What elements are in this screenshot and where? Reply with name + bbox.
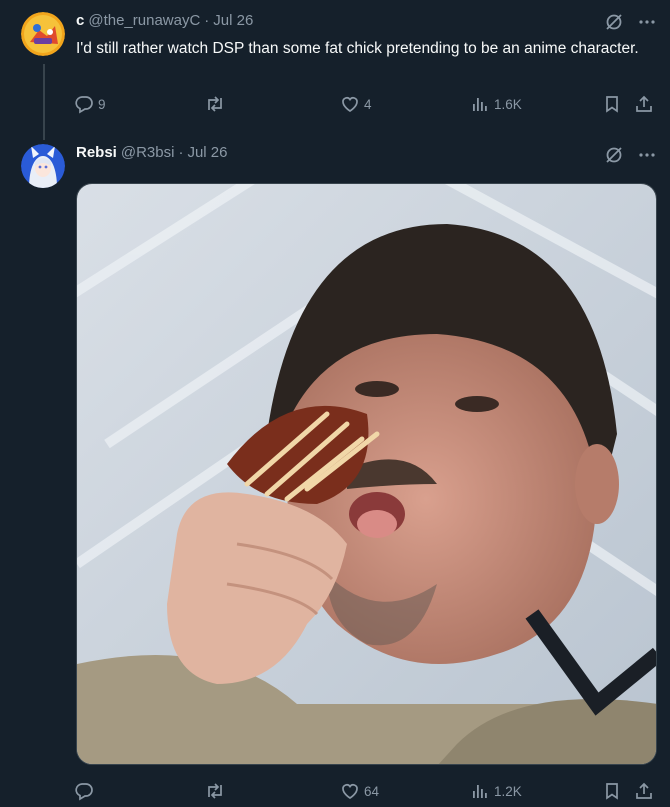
like-button[interactable]: 4 [340, 86, 372, 122]
views-button[interactable]: 1.6K [470, 86, 522, 122]
tweet-top-icons [604, 12, 656, 32]
tweet-1[interactable]: c @the_runawayC · Jul 26 I'd still rathe… [0, 0, 670, 140]
display-name[interactable]: Rebsi [76, 144, 117, 161]
timestamp[interactable]: Jul 26 [213, 12, 253, 29]
display-name[interactable]: c [76, 12, 84, 29]
avatar[interactable] [21, 12, 65, 56]
bookmark-icon [602, 94, 622, 114]
views-icon [470, 781, 490, 801]
repost-button[interactable] [204, 86, 230, 122]
like-icon [340, 781, 360, 801]
separator: · [178, 144, 184, 161]
tweet-actions: 64 1.2K [68, 773, 662, 807]
more-icon[interactable] [638, 13, 656, 31]
tweet-header: c @the_runawayC · Jul 26 [76, 12, 253, 29]
tweet-top-icons [604, 145, 656, 165]
tweet-header: Rebsi @R3bsi · Jul 26 [76, 144, 227, 161]
bookmark-button[interactable] [602, 773, 622, 807]
views-count: 1.2K [494, 783, 522, 799]
grok-icon[interactable] [604, 12, 624, 32]
share-button[interactable] [634, 86, 654, 122]
timestamp[interactable]: Jul 26 [187, 144, 227, 161]
more-icon[interactable] [638, 146, 656, 164]
reply-button[interactable]: 9 [74, 86, 106, 122]
grok-icon[interactable] [604, 145, 624, 165]
thread-line [43, 64, 45, 140]
avatar[interactable] [21, 144, 65, 188]
user-handle[interactable]: @R3bsi [121, 144, 175, 161]
user-handle[interactable]: @the_runawayC [88, 12, 200, 29]
reply-count: 9 [98, 96, 106, 112]
views-icon [470, 94, 490, 114]
bookmark-icon [602, 781, 622, 801]
like-count: 64 [364, 783, 380, 799]
like-button[interactable]: 64 [340, 773, 379, 807]
repost-icon [204, 781, 226, 801]
reply-icon [74, 94, 94, 114]
tweet-actions: 9 4 1.6K [68, 86, 662, 122]
like-icon [340, 94, 360, 114]
views-button[interactable]: 1.2K [470, 773, 522, 807]
share-icon [634, 781, 654, 801]
share-icon [634, 94, 654, 114]
tweet-media-image[interactable] [76, 183, 657, 765]
repost-button[interactable] [204, 773, 230, 807]
repost-icon [204, 94, 226, 114]
bookmark-button[interactable] [602, 86, 622, 122]
reply-icon [74, 781, 94, 801]
tweet-text: I'd still rather watch DSP than some fat… [76, 40, 639, 57]
separator: · [204, 12, 210, 29]
views-count: 1.6K [494, 96, 522, 112]
reply-button[interactable] [74, 773, 98, 807]
like-count: 4 [364, 96, 372, 112]
share-button[interactable] [634, 773, 654, 807]
